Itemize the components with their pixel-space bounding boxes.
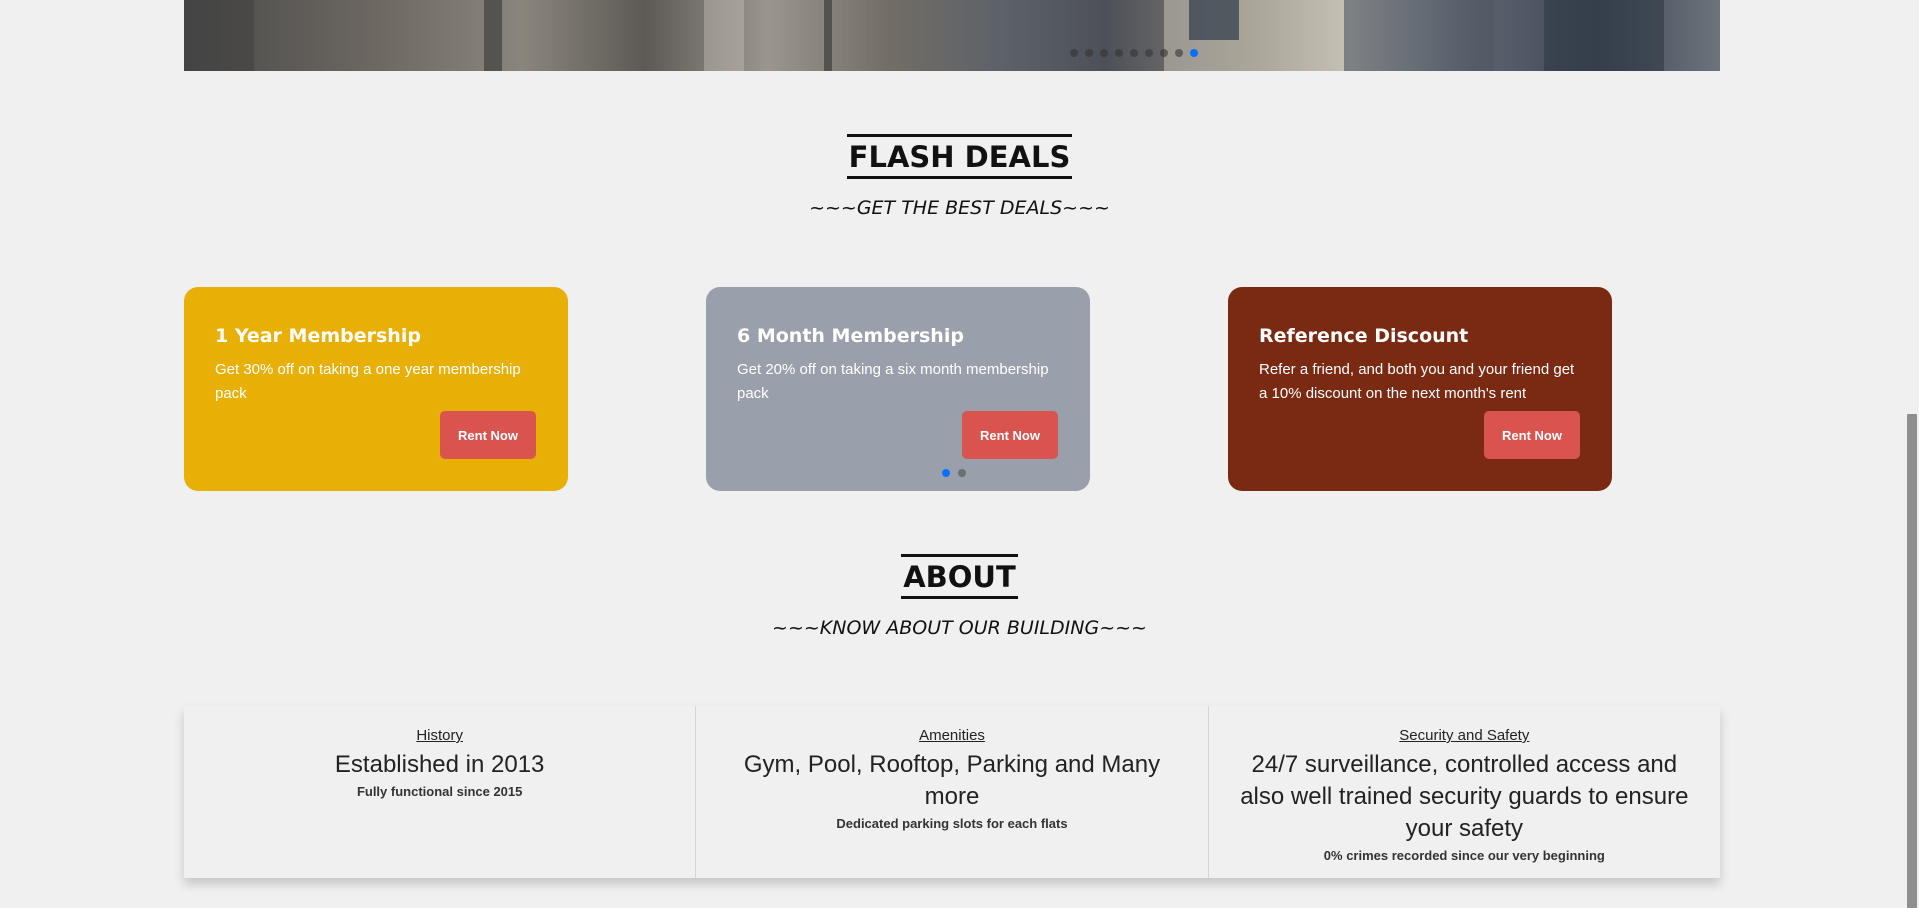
deals-carousel-indicators [942,469,966,477]
carousel-dot[interactable] [1100,49,1108,57]
rent-now-button[interactable]: Rent Now [962,411,1058,459]
rent-now-button[interactable]: Rent Now [440,411,536,459]
hero-carousel-image [184,0,1720,71]
about-panel: History Established in 2013 Fully functi… [184,706,1720,878]
about-heading-wrap: ABOUT [0,554,1919,599]
carousel-dot[interactable] [1160,49,1168,57]
about-headline: 24/7 surveillance, controlled access and… [1240,751,1689,842]
deal-card-description: Get 30% off on taking a one year members… [215,361,521,402]
flash-deals-title: FLASH DEALS [846,134,1073,179]
carousel-dot[interactable] [1145,49,1153,57]
about-detail: 0% crimes recorded since our very beginn… [1323,848,1605,863]
about-security: Security and Safety 24/7 surveillance, c… [1207,706,1720,878]
carousel-dot[interactable] [1130,49,1138,57]
deals-carousel-dot-active[interactable] [942,469,950,477]
carousel-dot[interactable] [1070,49,1078,57]
about-detail: Dedicated parking slots for each flats [836,816,1068,831]
about-label: Amenities [919,727,985,744]
flash-deals-heading-wrap: FLASH DEALS [0,134,1919,179]
deal-card-description: Refer a friend, and both you and your fr… [1259,361,1575,402]
about-headline: Established in 2013 [334,751,545,778]
carousel-dot[interactable] [1115,49,1123,57]
rent-now-button[interactable]: Rent Now [1484,411,1580,459]
carousel-dot[interactable] [1175,49,1183,57]
about-label: Security and Safety [1399,727,1530,744]
carousel-dot[interactable] [1085,49,1093,57]
hero-carousel-indicators [1070,49,1198,57]
about-title: ABOUT [901,554,1018,599]
deal-card-6-month: 6 Month Membership Get 20% off on taking… [706,287,1090,491]
about-amenities: Amenities Gym, Pool, Rooftop, Parking an… [695,706,1207,878]
deal-card-title: 6 Month Membership [737,325,964,347]
deal-card-description: Get 20% off on taking a six month member… [737,361,1049,402]
about-history: History Established in 2013 Fully functi… [184,706,695,878]
about-label: History [416,727,463,744]
deal-card-1-year: 1 Year Membership Get 30% off on taking … [184,287,568,491]
deals-carousel-dot[interactable] [958,469,966,477]
about-headline: Gym, Pool, Rooftop, Parking and Many mor… [743,751,1161,810]
deal-card-title: Reference Discount [1259,325,1469,347]
scrollbar-thumb[interactable] [1907,414,1917,908]
deal-card-reference: Reference Discount Refer a friend, and b… [1228,287,1612,491]
about-subtitle: ~~~KNOW ABOUT OUR BUILDING~~~ [772,617,1147,639]
deal-card-title: 1 Year Membership [215,325,421,347]
flash-deals-subtitle: ~~~GET THE BEST DEALS~~~ [809,197,1110,219]
carousel-dot-active[interactable] [1190,49,1198,57]
about-detail: Fully functional since 2015 [356,784,523,799]
